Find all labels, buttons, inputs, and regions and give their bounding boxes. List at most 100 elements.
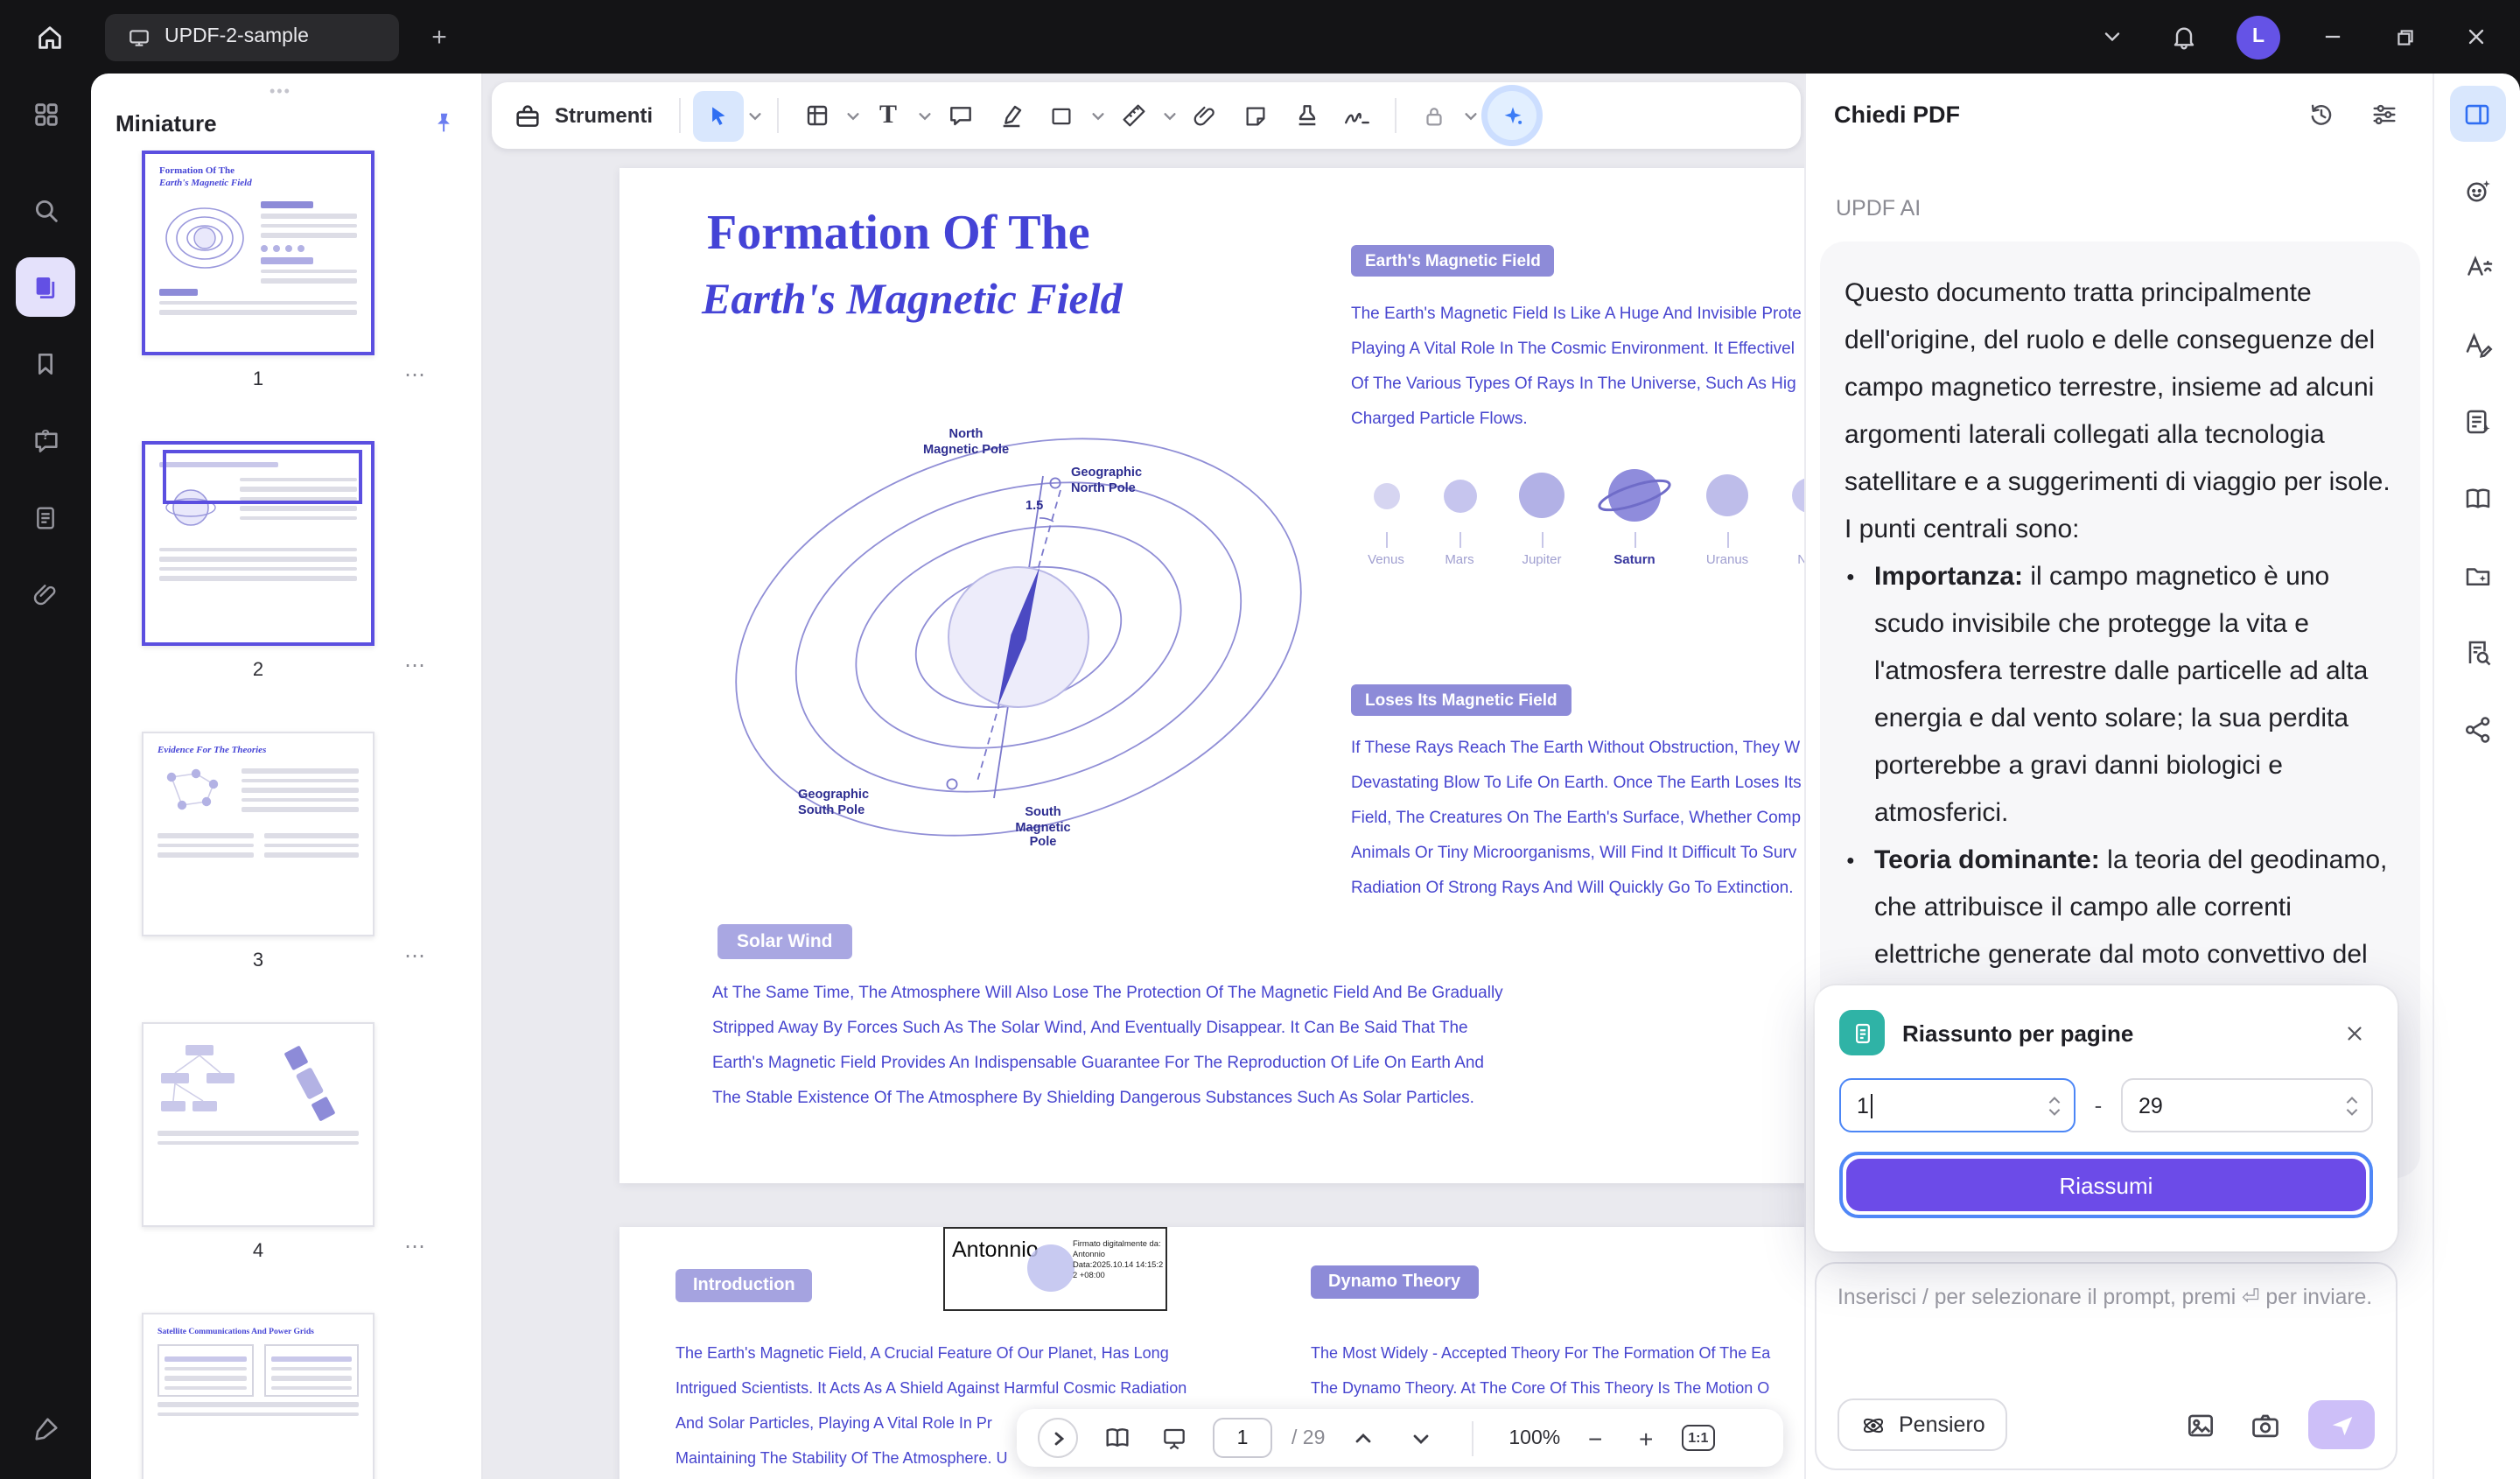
monitor-icon <box>128 25 150 48</box>
ai-chat-button[interactable] <box>2449 163 2505 219</box>
viewport-indicator[interactable] <box>163 450 362 504</box>
home-button[interactable] <box>23 11 75 63</box>
attachments-button[interactable] <box>16 565 75 625</box>
badge-introduction: Introduction <box>676 1269 813 1302</box>
new-tab-button[interactable]: + <box>420 18 458 56</box>
text-tool-dropdown[interactable] <box>914 90 934 141</box>
ai-settings-button[interactable] <box>2362 93 2404 135</box>
summarize-button[interactable]: Riassumi <box>1846 1159 2366 1211</box>
digital-signature-field[interactable]: Antonnio Firmato digitalmente da: Antonn… <box>943 1227 1167 1311</box>
prompt-actions-row: Pensiero <box>1838 1398 2375 1451</box>
left-sidebar: ? <box>0 74 91 1479</box>
ai-summary-intro: Questo documento tratta principalmente d… <box>1844 270 2396 553</box>
signature-tool[interactable] <box>1332 90 1382 141</box>
thumbnail-more-button[interactable]: ⋯ <box>404 653 427 677</box>
thumbnail-more-button[interactable]: ⋯ <box>404 943 427 968</box>
close-button[interactable] <box>2457 18 2496 56</box>
next-page-button[interactable] <box>1402 1419 1440 1457</box>
panel-toggle-button[interactable] <box>2449 86 2505 142</box>
notifications-button[interactable] <box>2165 18 2203 56</box>
panel-drag-handle[interactable]: ••• <box>270 82 291 100</box>
thinking-label: Pensiero <box>1899 1412 1985 1437</box>
pdf-page-1[interactable]: Formation Of The Earth's Magnetic Field <box>620 168 1804 1183</box>
thinking-mode-button[interactable]: Pensiero <box>1838 1398 2008 1451</box>
stamp-tool[interactable] <box>1281 90 1332 141</box>
page-edit-tool[interactable] <box>791 90 842 141</box>
close-icon <box>2464 25 2488 49</box>
bookmarks-button[interactable] <box>16 334 75 394</box>
attachment-tool[interactable] <box>1180 90 1230 141</box>
mind-map-button[interactable] <box>2449 702 2505 758</box>
presentation-mode-button[interactable] <box>1155 1419 1194 1457</box>
send-button[interactable] <box>2308 1400 2375 1449</box>
zoom-out-button[interactable]: − <box>1579 1424 1611 1452</box>
thumbnails-panel-button[interactable] <box>16 257 75 317</box>
bookmark-icon <box>32 350 60 378</box>
protect-tool[interactable] <box>1409 90 1460 141</box>
previous-page-button[interactable] <box>1344 1419 1382 1457</box>
to-page-stepper[interactable] <box>2345 1080 2359 1131</box>
sticker-tool[interactable] <box>1230 90 1281 141</box>
zoom-in-button[interactable]: + <box>1630 1424 1662 1452</box>
text-tool[interactable]: T <box>863 90 914 141</box>
ai-assistant-tool[interactable] <box>1488 91 1536 140</box>
zoom-level-label[interactable]: 100% <box>1508 1427 1560 1448</box>
add-image-button[interactable] <box>2179 1404 2221 1446</box>
signature-icon <box>1342 101 1372 130</box>
page-thumbnail-1[interactable]: Formation Of The Earth's Magnetic Field <box>142 151 374 355</box>
ai-writing-button[interactable] <box>2449 317 2505 373</box>
minimize-button[interactable] <box>2314 18 2352 56</box>
tools-button[interactable]: Strumenti <box>506 101 667 130</box>
protect-tool-dropdown[interactable] <box>1460 90 1480 141</box>
thumbnail-more-button[interactable]: ⋯ <box>404 1234 427 1258</box>
workspace-dropdown-button[interactable] <box>2093 18 2132 56</box>
expand-toolbar-button[interactable] <box>1038 1418 1078 1458</box>
summarize-button-focus-ring: Riassumi <box>1839 1152 2373 1218</box>
ai-files-button[interactable] <box>2449 548 2505 604</box>
document-search-button[interactable] <box>2449 625 2505 681</box>
thumbnail-more-button[interactable]: ⋯ <box>404 362 427 387</box>
two-page-view-button[interactable] <box>1097 1419 1136 1457</box>
highlight-tool[interactable] <box>985 90 1036 141</box>
measure-tool-dropdown[interactable] <box>1158 90 1180 141</box>
maximize-button[interactable] <box>2385 18 2424 56</box>
from-page-stepper[interactable] <box>2048 1080 2062 1131</box>
titlebar: UPDF-2-sample + L <box>0 0 2520 74</box>
minimize-icon <box>2320 25 2345 49</box>
to-page-input[interactable]: 29 <box>2121 1078 2373 1132</box>
shape-tool-dropdown[interactable] <box>1087 90 1108 141</box>
apps-grid-button[interactable] <box>16 84 75 144</box>
sticker-icon <box>1242 102 1269 129</box>
thumbnail-item-4: 4 ⋯ <box>142 1022 374 1274</box>
shape-tool[interactable] <box>1036 90 1087 141</box>
document-info-button[interactable] <box>16 488 75 548</box>
screenshot-button[interactable] <box>2244 1404 2286 1446</box>
chat-history-button[interactable] <box>2300 93 2342 135</box>
page-thumbnail-2[interactable] <box>142 441 374 646</box>
reader-mode-button[interactable] <box>2449 471 2505 527</box>
from-page-input[interactable]: 1 <box>1839 1078 2076 1132</box>
document-tab[interactable]: UPDF-2-sample <box>105 13 399 60</box>
dialog-close-button[interactable] <box>2334 1013 2373 1052</box>
search-button[interactable] <box>16 180 75 240</box>
comments-button[interactable]: ? <box>16 411 75 471</box>
comment-tool[interactable] <box>934 90 985 141</box>
ai-form-button[interactable] <box>2449 394 2505 450</box>
thumbnail-item-3: Evidence For The Theories 3 ⋯ <box>142 732 374 984</box>
pin-panel-button[interactable] <box>430 109 457 136</box>
select-tool[interactable] <box>693 90 744 141</box>
page-number-input[interactable]: 1 <box>1213 1418 1272 1458</box>
account-avatar[interactable]: L <box>2236 15 2280 59</box>
select-tool-dropdown[interactable] <box>744 90 765 141</box>
sign-tool-button[interactable] <box>16 1398 75 1458</box>
prompt-input[interactable] <box>1838 1285 2375 1309</box>
page-thumbnail-4[interactable] <box>142 1022 374 1227</box>
ai-translate-button[interactable] <box>2449 240 2505 296</box>
page-thumbnail-5[interactable]: Satellite Communications And Power Grids <box>142 1313 374 1479</box>
page-edit-dropdown[interactable] <box>842 90 863 141</box>
actual-size-button[interactable]: 1:1 <box>1681 1425 1715 1451</box>
measure-tool[interactable] <box>1108 90 1158 141</box>
page-thumbnail-3[interactable]: Evidence For The Theories <box>142 732 374 936</box>
ai-summary-text: Questo documento tratta principalmente d… <box>1844 270 2396 1026</box>
thumbnail-item-2: 2 ⋯ <box>142 441 374 693</box>
